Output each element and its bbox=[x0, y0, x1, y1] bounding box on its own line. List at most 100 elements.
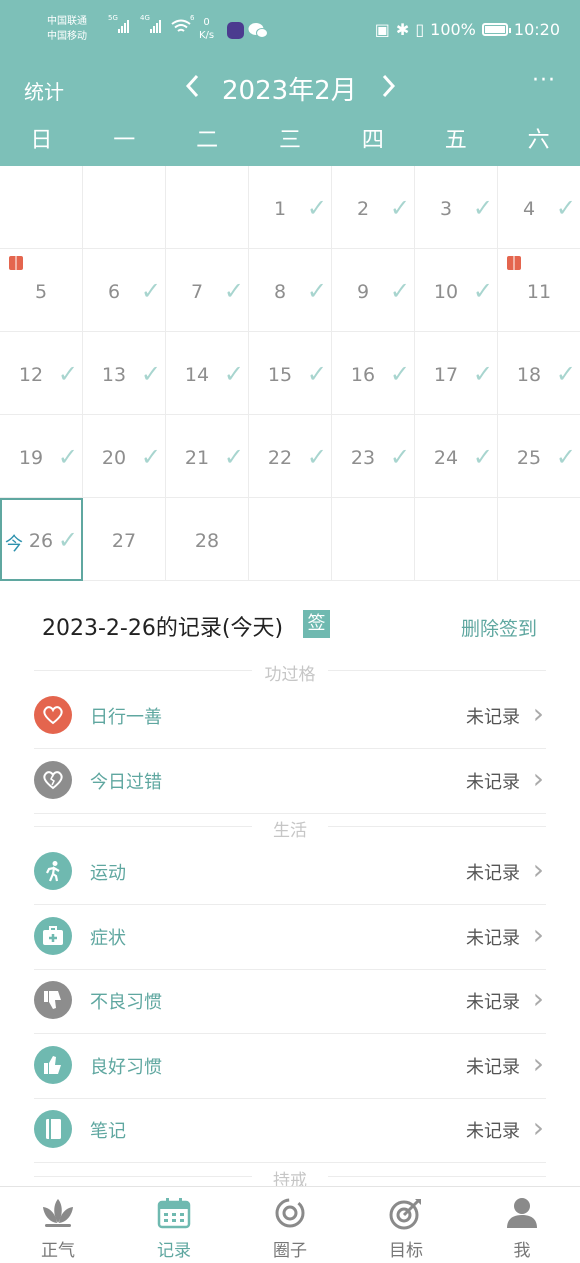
heart-icon bbox=[34, 696, 72, 734]
carrier-1: 中国联通 bbox=[47, 16, 87, 27]
calendar-day[interactable]: 23 ✓ bbox=[332, 415, 415, 498]
signal-1-icon bbox=[118, 20, 129, 33]
chevron-left-icon[interactable] bbox=[185, 74, 201, 98]
record-row-bad-habit[interactable]: 不良习惯 未记录 › bbox=[34, 969, 546, 1034]
calendar-day[interactable]: 3 ✓ bbox=[415, 166, 498, 249]
record-row-symptom[interactable]: 症状 未记录 › bbox=[34, 905, 546, 970]
bluetooth-icon: ✱ bbox=[395, 20, 410, 39]
calendar-day[interactable]: 11 bbox=[498, 249, 580, 332]
weekday-label: 四 bbox=[361, 128, 384, 153]
tab-label: 记录 bbox=[157, 1241, 191, 1261]
calendar-day[interactable]: 8 ✓ bbox=[249, 249, 332, 332]
vibrate-icon: ▯ bbox=[415, 20, 425, 39]
record-row-good-deed[interactable]: 日行一善 未记录 › bbox=[34, 684, 546, 749]
tab-label: 圈子 bbox=[273, 1241, 307, 1261]
chevron-right-icon: › bbox=[532, 982, 544, 1015]
statistics-button[interactable]: 统计 bbox=[24, 76, 64, 105]
medical-kit-icon bbox=[34, 917, 72, 955]
tab-zhengqi[interactable]: 正气 bbox=[0, 1187, 116, 1263]
calendar-day[interactable]: 9 ✓ bbox=[332, 249, 415, 332]
record-row-notes[interactable]: 笔记 未记录 › bbox=[34, 1098, 546, 1163]
day-number: 5 bbox=[34, 281, 48, 303]
chevron-right-icon: › bbox=[532, 853, 544, 886]
weekday-label: 日 bbox=[30, 128, 53, 153]
bottom-navigation: 正气 记录 圈子 目标 我 bbox=[0, 1186, 580, 1263]
calendar-day[interactable]: 7 ✓ bbox=[166, 249, 249, 332]
chevron-right-icon: › bbox=[532, 1111, 544, 1144]
delete-sign-button[interactable]: 删除签到 bbox=[461, 614, 537, 641]
day-number: 28 bbox=[194, 530, 220, 552]
calendar-day[interactable]: 5 bbox=[0, 249, 83, 332]
record-label: 症状 bbox=[90, 928, 126, 949]
calendar-day[interactable]: 10 ✓ bbox=[415, 249, 498, 332]
checkmark-icon: ✓ bbox=[472, 277, 493, 305]
calendar-day[interactable]: 19 ✓ bbox=[0, 415, 83, 498]
chevron-right-icon[interactable] bbox=[380, 74, 396, 98]
calendar-empty-cell bbox=[0, 166, 83, 249]
tab-label: 我 bbox=[513, 1241, 531, 1261]
record-label: 日行一善 bbox=[90, 707, 162, 728]
thumbs-up-icon bbox=[34, 1046, 72, 1084]
weekday-label: 三 bbox=[279, 128, 302, 153]
carrier-2: 中国移动 bbox=[47, 31, 87, 42]
calendar-day[interactable]: 12 ✓ bbox=[0, 332, 83, 415]
calendar-day[interactable]: 15 ✓ bbox=[249, 332, 332, 415]
calendar-day[interactable]: 2 ✓ bbox=[332, 166, 415, 249]
battery-percent: 100% bbox=[430, 20, 476, 39]
calendar-day[interactable]: 18 ✓ bbox=[498, 332, 580, 415]
record-status: 未记录 bbox=[466, 1121, 520, 1142]
net-speed: 0 K/s bbox=[199, 16, 214, 42]
calendar-empty-cell bbox=[249, 498, 332, 581]
calendar-empty-cell bbox=[83, 166, 166, 249]
calendar-day[interactable]: 22 ✓ bbox=[249, 415, 332, 498]
calendar-day[interactable]: 1 ✓ bbox=[249, 166, 332, 249]
weekday-label: 二 bbox=[196, 128, 219, 153]
record-label: 笔记 bbox=[90, 1121, 126, 1142]
wifi-icon bbox=[171, 19, 191, 32]
record-row-good-habit[interactable]: 良好习惯 未记录 › bbox=[34, 1034, 546, 1099]
calendar-empty-cell bbox=[166, 166, 249, 249]
status-bar: 中国联通 中国移动 5G 4G 6 0 K/s ▣ ✱ ▯ 100% 10:20 bbox=[0, 0, 580, 62]
calendar-day[interactable]: 20 ✓ bbox=[83, 415, 166, 498]
checkmark-icon: ✓ bbox=[555, 443, 576, 471]
battery-icon bbox=[481, 23, 511, 36]
signal-1-label: 5G bbox=[108, 14, 118, 22]
calendar-day[interactable]: 27 bbox=[83, 498, 166, 581]
section-title-life: 生活 bbox=[34, 816, 546, 841]
circle-icon bbox=[275, 1198, 305, 1228]
record-row-mistake[interactable]: 今日过错 未记录 › bbox=[34, 749, 546, 814]
tab-goals[interactable]: 目标 bbox=[348, 1187, 464, 1263]
tab-circle[interactable]: 圈子 bbox=[232, 1187, 348, 1263]
net-speed-value: 0 bbox=[203, 17, 210, 28]
calendar-day[interactable]: 21 ✓ bbox=[166, 415, 249, 498]
calendar-day[interactable]: 今 26 ✓ bbox=[0, 498, 83, 581]
calendar-day[interactable]: 25 ✓ bbox=[498, 415, 580, 498]
wechat-icon bbox=[248, 23, 268, 38]
target-icon bbox=[389, 1199, 421, 1230]
tab-label: 正气 bbox=[41, 1241, 75, 1261]
notebook-icon bbox=[34, 1110, 72, 1148]
calendar-day[interactable]: 4 ✓ bbox=[498, 166, 580, 249]
calendar-grid: 1 ✓ 2 ✓ 3 ✓ 4 ✓ 5 6 ✓ 7 ✓ 8 ✓ 9 ✓ 10 ✓ 11 12 ✓ 13 ✓ 14 ✓ 15 ✓ 16 ✓ 17 ✓… bbox=[0, 166, 580, 581]
checkmark-icon: ✓ bbox=[555, 194, 576, 222]
calendar-day[interactable]: 13 ✓ bbox=[83, 332, 166, 415]
record-row-exercise[interactable]: 运动 未记录 › bbox=[34, 840, 546, 905]
calendar-day[interactable]: 16 ✓ bbox=[332, 332, 415, 415]
calendar-day[interactable]: 28 bbox=[166, 498, 249, 581]
record-label: 不良习惯 bbox=[90, 992, 162, 1013]
chevron-right-icon: › bbox=[532, 762, 544, 795]
section-title-merits: 功过格 bbox=[34, 660, 546, 685]
checkmark-icon: ✓ bbox=[555, 360, 576, 388]
tab-me[interactable]: 我 bbox=[464, 1187, 580, 1263]
more-icon[interactable]: ··· bbox=[532, 68, 556, 93]
calendar-day[interactable]: 6 ✓ bbox=[83, 249, 166, 332]
sign-badge[interactable]: 签 bbox=[303, 610, 330, 638]
tab-records[interactable]: 记录 bbox=[116, 1187, 232, 1263]
broken-heart-icon bbox=[34, 761, 72, 799]
app-notification-icon bbox=[227, 22, 244, 39]
calendar-day[interactable]: 14 ✓ bbox=[166, 332, 249, 415]
record-status: 未记录 bbox=[466, 928, 520, 949]
calendar-day[interactable]: 17 ✓ bbox=[415, 332, 498, 415]
calendar-day[interactable]: 24 ✓ bbox=[415, 415, 498, 498]
nfc-icon: ▣ bbox=[374, 20, 390, 39]
